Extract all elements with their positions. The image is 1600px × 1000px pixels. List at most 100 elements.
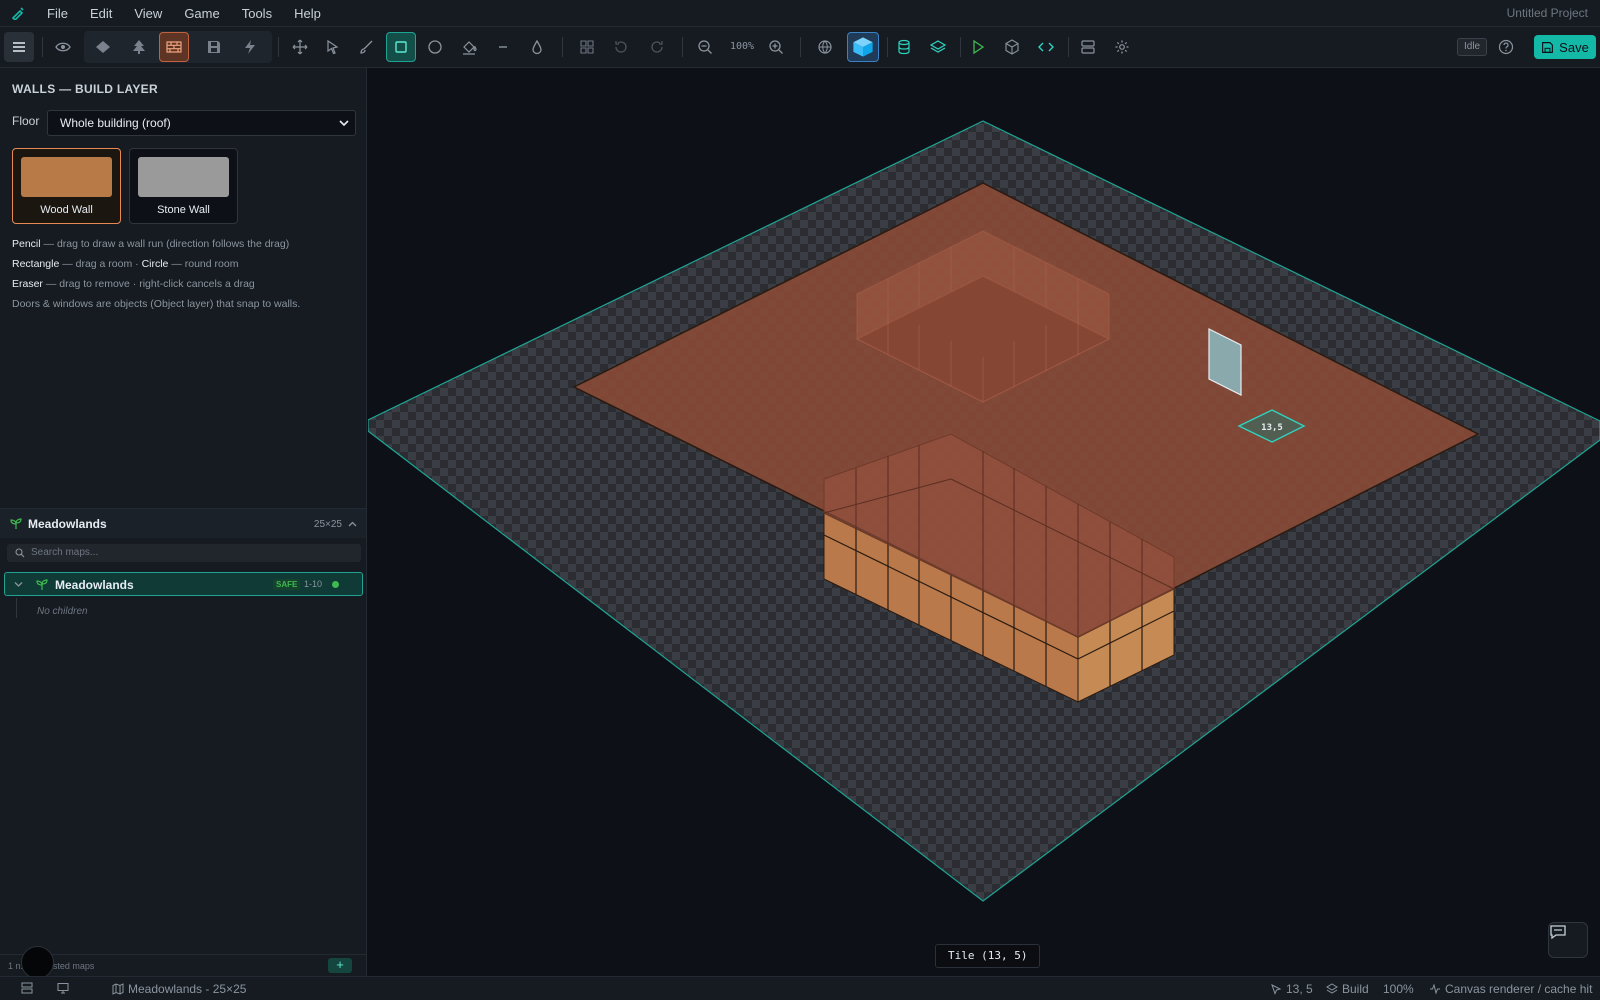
floor-label: Floor: [12, 114, 40, 128]
help-circle-text: — round room: [168, 258, 239, 270]
grid-toggle-button[interactable]: [572, 32, 602, 62]
isometric-viewport[interactable]: 13,5: [368, 68, 1600, 976]
settings-button[interactable]: [1107, 32, 1137, 62]
cursor-icon: [1271, 983, 1282, 995]
help-rectangle: Rectangle — drag a room · Circle — round…: [12, 258, 238, 270]
rectangle-tool-button[interactable]: [386, 32, 416, 62]
activity-icon: [1430, 983, 1440, 995]
menu-tools[interactable]: Tools: [231, 0, 283, 27]
events-layer-button[interactable]: [235, 32, 265, 62]
active-layer-text: Build: [1342, 982, 1369, 996]
menu-help[interactable]: Help: [283, 0, 332, 27]
zoom-in-button[interactable]: [761, 32, 791, 62]
sprout-icon: [36, 579, 48, 590]
map-info: Meadowlands - 25×25: [112, 982, 246, 996]
floppy-save-icon: [1542, 41, 1554, 53]
eraser-tool-button[interactable]: [522, 32, 552, 62]
menu-game[interactable]: Game: [173, 0, 230, 27]
zoom-out-icon: [698, 40, 712, 54]
toggle-panels-button[interactable]: [21, 982, 33, 994]
select-tool-button[interactable]: [318, 32, 348, 62]
play-button[interactable]: [963, 32, 993, 62]
wall-card-stone[interactable]: Stone Wall: [129, 148, 238, 224]
zoom-readout: 100%: [1383, 982, 1414, 996]
menu-view[interactable]: View: [123, 0, 173, 27]
panels-icon: [21, 982, 33, 994]
droplet-icon: [532, 39, 542, 55]
no-children-text: No children: [37, 606, 88, 617]
circle-icon: [428, 40, 442, 54]
ground-layer-button[interactable]: [88, 32, 118, 62]
map-canvas[interactable]: 13,5 Tile (13, 5): [368, 68, 1600, 976]
fill-tool-button[interactable]: [454, 32, 484, 62]
database-icon: [898, 39, 910, 55]
map-icon: [112, 983, 124, 995]
line-tool-button[interactable]: [488, 32, 518, 62]
chat-button[interactable]: [1548, 922, 1588, 958]
panel-title: WALLS — BUILD LAYER: [12, 82, 158, 96]
search-icon: [15, 548, 25, 558]
layers-icon: [1326, 983, 1338, 994]
3d-view-button[interactable]: [847, 32, 879, 62]
script-button[interactable]: [1031, 32, 1061, 62]
floppy-icon: [208, 41, 220, 53]
help-pencil-name: Pencil: [12, 238, 41, 250]
help-circle-name: Circle: [141, 258, 169, 270]
help-doors: Doors & windows are objects (Object laye…: [12, 298, 301, 310]
map-info-text: Meadowlands - 25×25: [128, 982, 247, 996]
help-pencil-text: — drag to draw a wall run (direction fol…: [40, 238, 290, 250]
avatar[interactable]: [21, 946, 54, 979]
pencil-tool-button[interactable]: [352, 32, 382, 62]
status-badge: Idle: [1457, 38, 1488, 56]
tree-icon: [133, 40, 145, 54]
chat-bubble-icon: [1550, 925, 1566, 940]
map-search-input[interactable]: Search maps...: [7, 544, 361, 562]
stacked-panels-icon: [1081, 40, 1095, 54]
level-range: 1-10: [304, 579, 323, 589]
diamond-tile-icon: [96, 41, 110, 53]
menubar: File Edit View Game Tools Help Untitled …: [0, 0, 1600, 27]
redo-button[interactable]: [642, 32, 672, 62]
maps-header[interactable]: Meadowlands 25×25: [0, 508, 366, 538]
screen-button[interactable]: [57, 982, 69, 994]
expand-chevron-icon[interactable]: [14, 581, 23, 588]
floor-select[interactable]: Whole building (roof): [47, 110, 356, 136]
hamburger-menu-button[interactable]: [4, 32, 34, 62]
circle-tool-button[interactable]: [420, 32, 450, 62]
status-dot: [332, 581, 339, 588]
zoom-out-button[interactable]: [690, 32, 720, 62]
export-button[interactable]: [997, 32, 1027, 62]
hamburger-icon: [13, 42, 25, 52]
redo-icon: [651, 41, 663, 53]
visibility-button[interactable]: [48, 32, 78, 62]
help-button[interactable]: [1491, 32, 1521, 62]
wall-card-wood[interactable]: Wood Wall: [12, 148, 121, 224]
tile-tooltip: Tile (13, 5): [935, 944, 1041, 968]
renderer-status: Canvas renderer / cache hit: [1429, 982, 1592, 996]
add-map-button[interactable]: +: [328, 958, 352, 973]
world-map-button[interactable]: [810, 32, 840, 62]
help-eraser: Eraser — drag to remove · right-click ca…: [12, 278, 255, 290]
walls-layer-button[interactable]: [159, 32, 189, 62]
move-tool-button[interactable]: [285, 32, 315, 62]
undo-button[interactable]: [606, 32, 636, 62]
menu-edit[interactable]: Edit: [79, 0, 123, 27]
tree-layer-button[interactable]: [124, 32, 154, 62]
cube-3d-icon: [853, 37, 873, 57]
panels-button[interactable]: [1073, 32, 1103, 62]
cursor-coords-text: 13, 5: [1286, 982, 1313, 996]
map-item-name: Meadowlands: [55, 578, 134, 592]
object-layer-button[interactable]: [199, 32, 229, 62]
layers-button[interactable]: [923, 32, 953, 62]
statusbar: Meadowlands - 25×25 13, 5 Build 100% Can…: [0, 976, 1600, 1000]
menu-file[interactable]: File: [36, 0, 79, 27]
toolbar: 100% Idle Save: [0, 27, 1600, 68]
lightning-icon: [245, 40, 255, 54]
gear-icon: [1115, 40, 1129, 54]
database-button[interactable]: [889, 32, 919, 62]
chevron-up-icon[interactable]: [348, 520, 357, 528]
project-name: Untitled Project: [1506, 6, 1588, 20]
save-button[interactable]: Save: [1534, 35, 1596, 59]
minus-line-icon: [499, 46, 507, 48]
map-tree-item[interactable]: Meadowlands SAFE 1-10: [4, 572, 363, 596]
